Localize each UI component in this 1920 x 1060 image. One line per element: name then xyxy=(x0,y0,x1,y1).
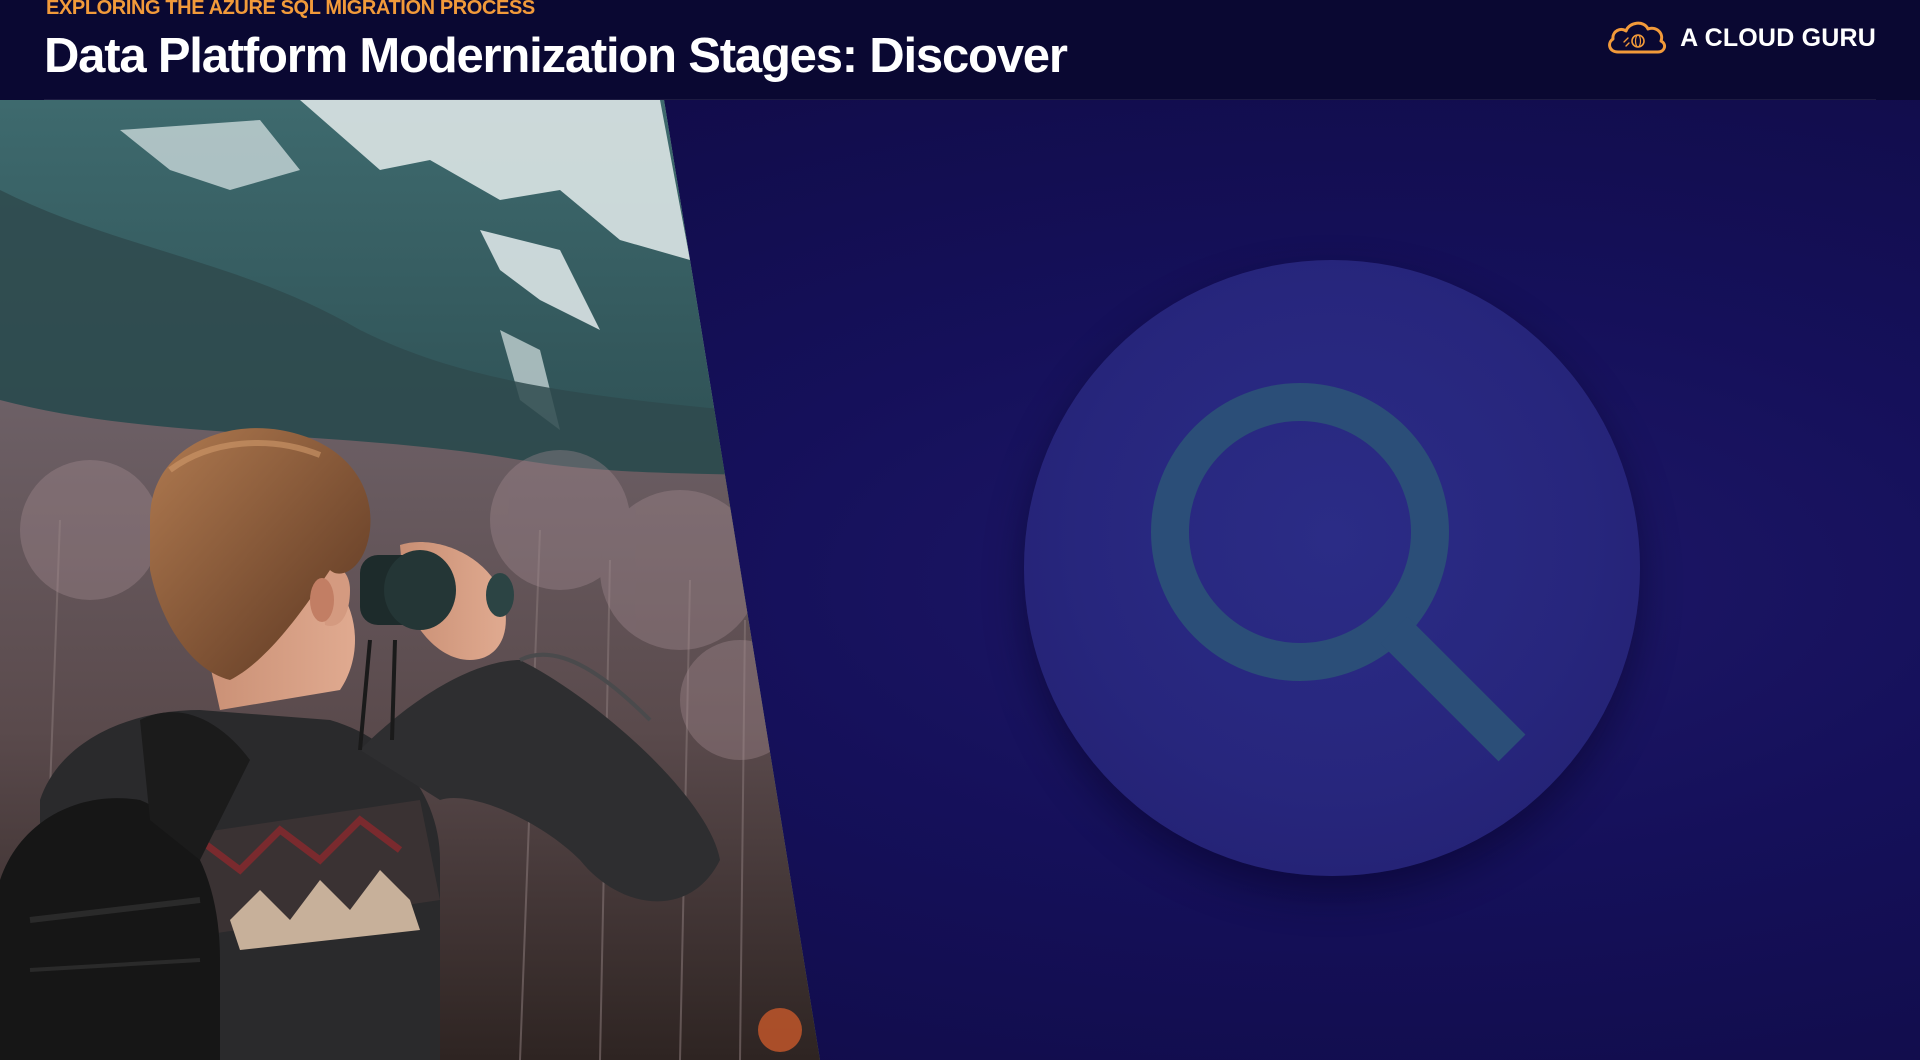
slide: EXPLORING THE AZURE SQL MIGRATION PROCES… xyxy=(0,0,1920,1060)
hiker-photo xyxy=(0,100,820,1060)
brand-name: A CLOUD GURU xyxy=(1680,23,1876,52)
brand: A CLOUD GURU xyxy=(1604,16,1876,60)
slide-title: Data Platform Modernization Stages: Disc… xyxy=(44,29,1068,83)
slide-header: EXPLORING THE AZURE SQL MIGRATION PROCES… xyxy=(0,0,1920,100)
search-icon xyxy=(1151,383,1526,762)
course-subtitle: EXPLORING THE AZURE SQL MIGRATION PROCES… xyxy=(46,0,535,19)
discover-stage-badge xyxy=(1024,260,1640,876)
header-divider xyxy=(44,99,1876,100)
cloud-logo-icon xyxy=(1608,21,1667,54)
